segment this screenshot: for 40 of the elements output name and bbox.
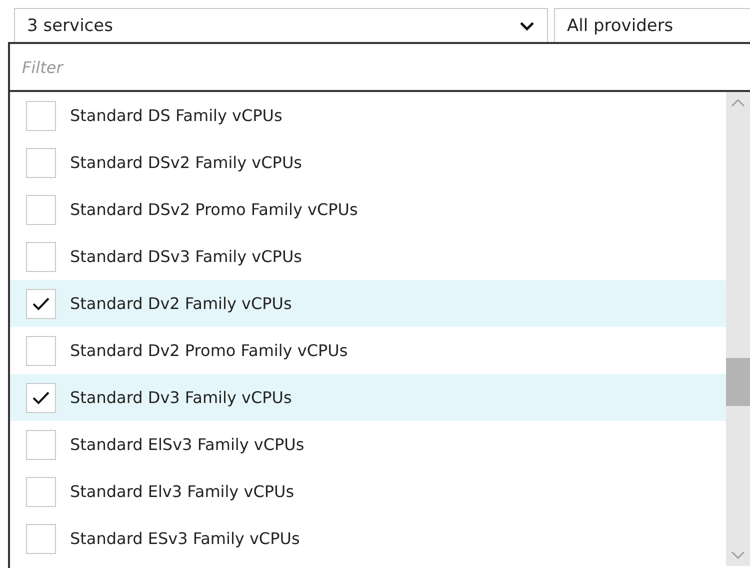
service-label: Standard Dv2 Family vCPUs: [70, 294, 292, 313]
checkbox[interactable]: [26, 476, 56, 506]
service-label: Standard Dv2 Promo Family vCPUs: [70, 341, 348, 360]
scrollbar-thumb[interactable]: [726, 358, 750, 406]
checkmark-icon: [32, 390, 50, 404]
service-option[interactable]: Standard DS Family vCPUs: [10, 92, 726, 139]
service-label: Standard Elv3 Family vCPUs: [70, 482, 294, 501]
checkbox[interactable]: [26, 336, 56, 366]
checkbox[interactable]: [26, 148, 56, 178]
service-option[interactable]: Standard DSv2 Promo Family vCPUs: [10, 186, 726, 233]
scroll-up-icon[interactable]: [731, 98, 745, 108]
filter-field[interactable]: Filter: [10, 42, 750, 92]
checkbox[interactable]: [26, 194, 56, 224]
checkbox[interactable]: [26, 100, 56, 130]
scrollbar[interactable]: [726, 92, 750, 566]
checkbox[interactable]: [26, 288, 56, 318]
service-label: Standard DSv2 Family vCPUs: [70, 153, 302, 172]
service-label: Standard DSv3 Family vCPUs: [70, 247, 302, 266]
service-option[interactable]: Standard Dv2 Promo Family vCPUs: [10, 327, 726, 374]
service-option[interactable]: Standard Elv3 Family vCPUs: [10, 468, 726, 515]
providers-dropdown[interactable]: All providers: [554, 8, 750, 42]
service-label: Standard DS Family vCPUs: [70, 106, 282, 125]
service-label: Standard Dv3 Family vCPUs: [70, 388, 292, 407]
service-label: Standard ElSv3 Family vCPUs: [70, 435, 304, 454]
chevron-down-icon: [519, 20, 535, 32]
checkbox[interactable]: [26, 382, 56, 412]
scroll-down-icon[interactable]: [731, 550, 745, 560]
service-option[interactable]: Standard ElSv3 Family vCPUs: [10, 421, 726, 468]
service-label: Standard ESv3 Family vCPUs: [70, 529, 300, 548]
service-option[interactable]: Standard DSv2 Family vCPUs: [10, 139, 726, 186]
checkbox[interactable]: [26, 242, 56, 272]
service-option[interactable]: Standard Dv2 Family vCPUs: [10, 280, 726, 327]
checkbox[interactable]: [26, 430, 56, 460]
service-label: Standard DSv2 Promo Family vCPUs: [70, 200, 358, 219]
services-dropdown[interactable]: 3 services: [14, 8, 548, 42]
checkmark-icon: [32, 296, 50, 310]
service-option[interactable]: Standard Dv3 Family vCPUs: [10, 374, 726, 421]
checkbox[interactable]: [26, 524, 56, 554]
service-option[interactable]: Standard ESv3 Family vCPUs: [10, 515, 726, 562]
service-option[interactable]: Standard DSv3 Family vCPUs: [10, 233, 726, 280]
